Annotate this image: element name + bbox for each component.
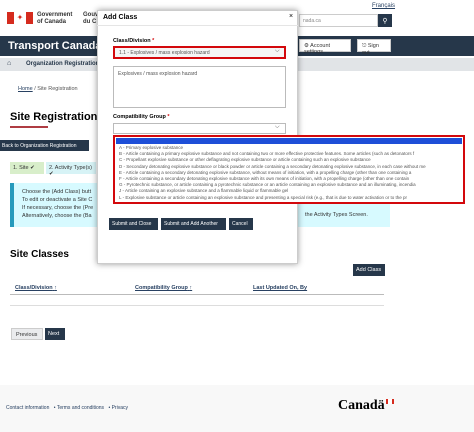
- dropdown-highlighted-option[interactable]: [116, 138, 462, 144]
- class-division-select[interactable]: 1.1 - Explosives / mass explosion hazard: [113, 46, 286, 59]
- class-description-field[interactable]: Explosives / mass explosion hazard: [113, 66, 286, 108]
- compatibility-group-label: Compatibility Group *: [113, 114, 170, 120]
- submit-and-close-button[interactable]: Submit and Close: [109, 218, 158, 230]
- dropdown-option[interactable]: L - Explosive substance or article conta…: [115, 195, 463, 201]
- modal-title: Add Class: [103, 14, 138, 21]
- submit-and-add-another-button[interactable]: Submit and Add Another: [161, 218, 226, 230]
- compatibility-group-dropdown[interactable]: A - Primary explosive substance B - Arti…: [113, 135, 465, 204]
- dropdown-option[interactable]: D - Secondary detonating explosive subst…: [115, 164, 463, 170]
- close-icon[interactable]: ×: [289, 13, 293, 20]
- class-division-label: Class/Division *: [113, 38, 155, 44]
- chevron-down-icon: ⌵: [275, 124, 280, 130]
- compatibility-group-select[interactable]: [113, 123, 286, 134]
- cancel-button[interactable]: Cancel: [229, 218, 253, 230]
- modal-divider: [97, 25, 298, 26]
- chevron-down-icon: ⌵: [275, 48, 280, 54]
